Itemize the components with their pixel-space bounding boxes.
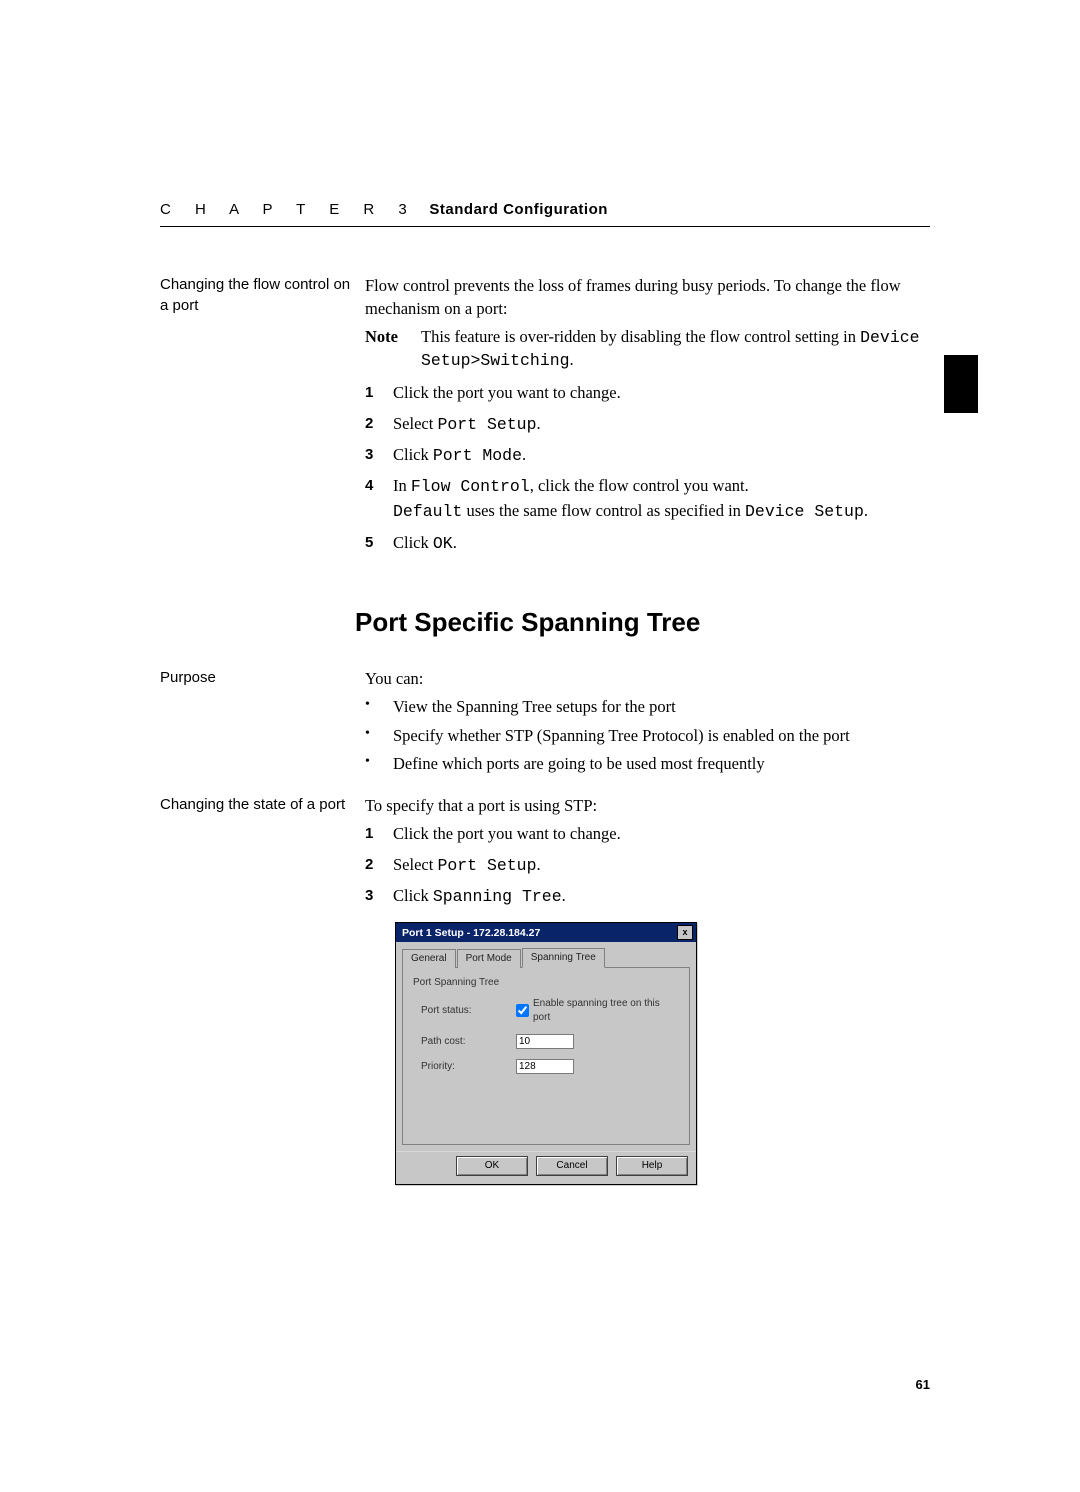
bullet-item: •Specify whether STP (Spanning Tree Prot… xyxy=(365,725,930,747)
bullet-item: •Define which ports are going to be used… xyxy=(365,753,930,775)
step-text: Click the port you want to change. xyxy=(393,823,930,845)
close-icon[interactable]: x xyxy=(677,925,693,940)
step-number: 4 xyxy=(365,475,393,524)
tab-general[interactable]: General xyxy=(402,949,456,968)
dialog-title: Port 1 Setup - 172.28.184.27 xyxy=(402,926,540,940)
bullet-icon: • xyxy=(365,753,393,775)
step-number: 3 xyxy=(365,885,393,908)
bullet-icon: • xyxy=(365,696,393,718)
step-item: 3 Click Spanning Tree. xyxy=(365,885,930,908)
step-text: In Flow Control, click the flow control … xyxy=(393,475,930,524)
step-item: 3 Click Port Mode. xyxy=(365,444,930,467)
step-item: 2 Select Port Setup. xyxy=(365,413,930,436)
input-priority[interactable] xyxy=(516,1059,574,1074)
chapter-number: C H A P T E R 3 xyxy=(160,201,417,218)
step-text: Click Spanning Tree. xyxy=(393,885,930,908)
step-text: Click the port you want to change. xyxy=(393,382,930,404)
note-text: This feature is over-ridden by disabling… xyxy=(421,326,930,373)
page-number: 61 xyxy=(916,1376,930,1394)
steps-list-stp: 1 Click the port you want to change. 2 S… xyxy=(365,823,930,908)
thumb-tab-marker xyxy=(944,355,978,413)
row-priority: Priority: xyxy=(421,1059,679,1074)
section-change-state: Changing the state of a port To specify … xyxy=(160,795,930,1185)
chapter-title: Standard Configuration xyxy=(429,201,608,218)
step-number: 1 xyxy=(365,823,393,845)
intro-text: To specify that a port is using STP: xyxy=(365,795,930,817)
bullet-item: •View the Spanning Tree setups for the p… xyxy=(365,696,930,718)
checkbox-enable-stp[interactable] xyxy=(516,1004,529,1017)
intro-text: You can: xyxy=(365,668,930,690)
side-label-purpose: Purpose xyxy=(160,668,365,781)
label-port-status: Port status: xyxy=(421,1004,516,1018)
dialog-button-row: OK Cancel Help xyxy=(396,1151,696,1184)
checkbox-label: Enable spanning tree on this port xyxy=(533,997,679,1024)
cancel-button[interactable]: Cancel xyxy=(536,1156,608,1176)
section-flow-control: Changing the flow control on a port Flow… xyxy=(160,275,930,563)
section-heading-spanning-tree: Port Specific Spanning Tree xyxy=(355,605,930,640)
section-flow-control-body: Flow control prevents the loss of frames… xyxy=(365,275,930,563)
dialog-titlebar: Port 1 Setup - 172.28.184.27 x xyxy=(396,923,696,942)
step-text: Select Port Setup. xyxy=(393,413,930,436)
step-item: 4 In Flow Control, click the flow contro… xyxy=(365,475,930,524)
steps-list-flow-control: 1 Click the port you want to change. 2 S… xyxy=(365,382,930,555)
row-path-cost: Path cost: xyxy=(421,1034,679,1049)
purpose-bullet-list: •View the Spanning Tree setups for the p… xyxy=(365,696,930,775)
group-label: Port Spanning Tree xyxy=(413,976,679,990)
step-text: Click Port Mode. xyxy=(393,444,930,467)
document-page: C H A P T E R 3 Standard Configuration C… xyxy=(0,0,1080,1492)
row-port-status: Port status: Enable spanning tree on thi… xyxy=(421,997,679,1024)
step-number: 2 xyxy=(365,854,393,877)
dialog-tabs: General Port Mode Spanning Tree xyxy=(396,942,696,967)
step-text: Click OK. xyxy=(393,532,930,555)
step-number: 1 xyxy=(365,382,393,404)
side-label-change-state: Changing the state of a port xyxy=(160,795,365,1185)
chapter-header: C H A P T E R 3 Standard Configuration xyxy=(160,200,930,227)
step-text: Select Port Setup. xyxy=(393,854,930,877)
section-change-state-body: To specify that a port is using STP: 1 C… xyxy=(365,795,930,1185)
ok-button[interactable]: OK xyxy=(456,1156,528,1176)
intro-text: Flow control prevents the loss of frames… xyxy=(365,275,930,320)
step-number: 3 xyxy=(365,444,393,467)
label-path-cost: Path cost: xyxy=(421,1035,516,1049)
dialog-panel-spanning-tree: Port Spanning Tree Port status: Enable s… xyxy=(402,967,690,1146)
step-number: 2 xyxy=(365,413,393,436)
help-button[interactable]: Help xyxy=(616,1156,688,1176)
label-priority: Priority: xyxy=(421,1060,516,1074)
bullet-icon: • xyxy=(365,725,393,747)
port-setup-dialog: Port 1 Setup - 172.28.184.27 x General P… xyxy=(395,922,697,1185)
step-number: 5 xyxy=(365,532,393,555)
tab-spanning-tree[interactable]: Spanning Tree xyxy=(522,948,605,968)
step-item: 2 Select Port Setup. xyxy=(365,854,930,877)
input-path-cost[interactable] xyxy=(516,1034,574,1049)
tab-port-mode[interactable]: Port Mode xyxy=(457,949,521,968)
section-purpose: Purpose You can: •View the Spanning Tree… xyxy=(160,668,930,781)
step-item: 5 Click OK. xyxy=(365,532,930,555)
note-block: Note This feature is over-ridden by disa… xyxy=(365,326,930,373)
step-item: 1 Click the port you want to change. xyxy=(365,823,930,845)
step-item: 1 Click the port you want to change. xyxy=(365,382,930,404)
side-label-flow-control: Changing the flow control on a port xyxy=(160,275,365,563)
note-label: Note xyxy=(365,326,421,373)
section-purpose-body: You can: •View the Spanning Tree setups … xyxy=(365,668,930,781)
